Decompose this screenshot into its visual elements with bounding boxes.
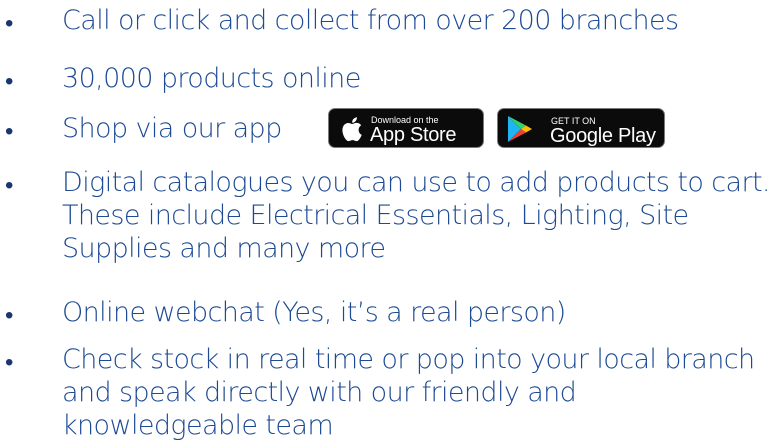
- google-play-icon: [508, 116, 532, 142]
- list-item-text: Shop via our app: [62, 113, 282, 144]
- bullet-icon: •: [5, 302, 14, 329]
- list-item-text: Online webchat (Yes, it’s a real person): [62, 297, 566, 328]
- google-play-badge[interactable]: GET IT ON Google Play: [497, 108, 665, 148]
- app-store-big-label: App Store: [370, 124, 457, 146]
- apple-icon: [342, 117, 362, 142]
- bullet-icon: •: [5, 172, 14, 199]
- google-play-big-label: Google Play: [550, 125, 656, 147]
- bullet-icon: •: [5, 118, 14, 145]
- list-item-text: Check stock in real time or pop into you…: [62, 344, 755, 441]
- feature-list: • Call or click and collect from over 20…: [0, 0, 780, 443]
- app-store-badge[interactable]: Download on the App Store: [328, 108, 484, 148]
- list-item-text: Call or click and collect from over 200 …: [62, 5, 679, 36]
- bullet-icon: •: [5, 349, 14, 376]
- bullet-icon: •: [5, 10, 14, 37]
- bullet-icon: •: [5, 68, 14, 95]
- list-item-text: Digital catalogues you can use to add pr…: [62, 167, 771, 264]
- list-item-text: 30,000 products online: [62, 63, 361, 94]
